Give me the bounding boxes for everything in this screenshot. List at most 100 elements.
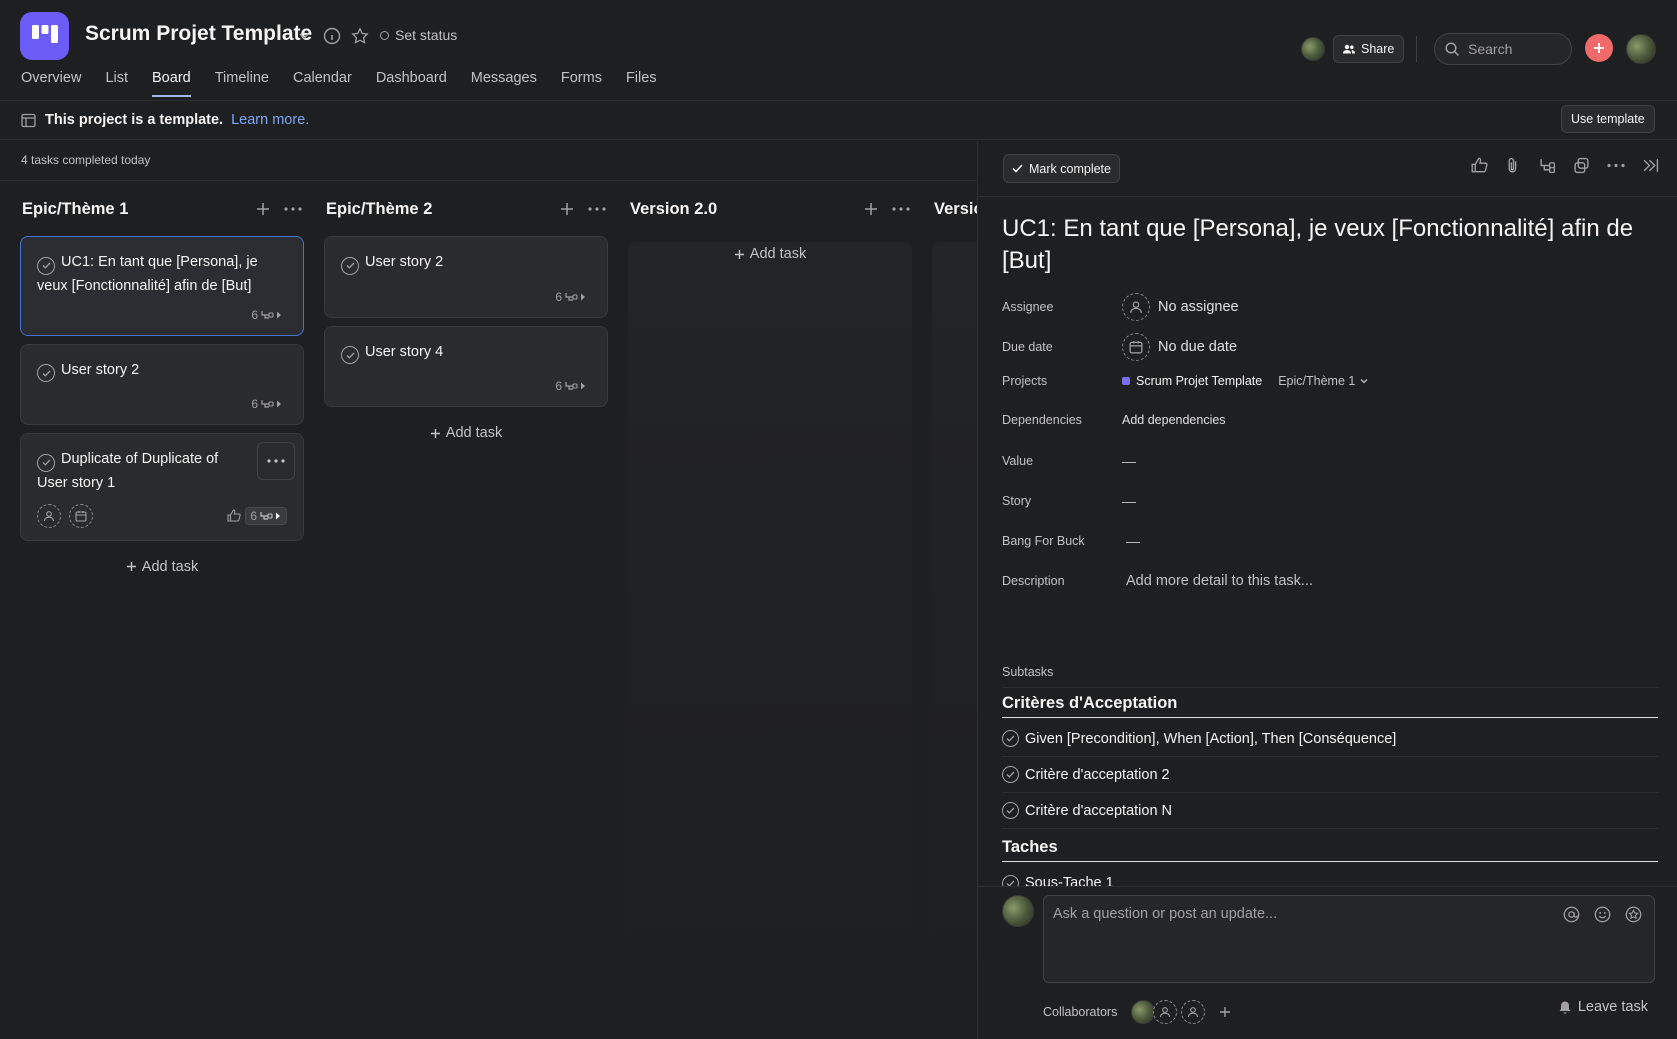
add-collaborator-icon[interactable]	[1219, 1006, 1231, 1018]
tab-overview[interactable]: Overview	[21, 70, 81, 97]
description-input[interactable]: Add more detail to this task...	[1126, 573, 1313, 589]
add-task-button[interactable]: Add task	[628, 236, 912, 272]
check-icon[interactable]	[341, 346, 359, 364]
task-title[interactable]: UC1: En tant que [Persona], je veux [Fon…	[1002, 213, 1652, 277]
check-icon[interactable]	[1002, 730, 1019, 747]
task-card[interactable]: User story 2 6	[20, 343, 304, 425]
mention-icon[interactable]	[1563, 906, 1580, 923]
subtask-row[interactable]: Critère d'acceptation 2	[1002, 757, 1658, 793]
tab-timeline[interactable]: Timeline	[215, 70, 269, 97]
close-pane-icon[interactable]	[1642, 157, 1659, 174]
add-icon[interactable]	[864, 202, 878, 216]
subtask-section-header[interactable]: Critères d'Acceptation	[1002, 694, 1658, 718]
column-title[interactable]: Epic/Thème 1	[22, 200, 128, 219]
subtask-count[interactable]: 6	[247, 307, 287, 323]
column-title[interactable]: Version	[934, 200, 977, 219]
task-card[interactable]: User story 2 6	[324, 236, 608, 318]
subtask-count[interactable]: 6	[551, 289, 591, 305]
subtask-row[interactable]: Critère d'acceptation N	[1002, 793, 1658, 829]
check-icon[interactable]	[1002, 802, 1019, 819]
share-button[interactable]: Share	[1333, 35, 1405, 63]
collaborator-placeholder-icon[interactable]	[1153, 1000, 1178, 1024]
subtasks-label: Subtasks	[1002, 665, 1054, 679]
thumbs-up-icon[interactable]	[227, 509, 242, 522]
divider	[1002, 687, 1658, 688]
board-column: Version 2.0 Add task	[628, 182, 912, 1022]
create-button[interactable]	[1585, 34, 1613, 62]
set-status-button[interactable]: Set status	[380, 27, 457, 43]
star-icon[interactable]	[350, 26, 370, 46]
assignee-field: Assignee No assignee	[1002, 293, 1652, 321]
due-date-picker[interactable]: No due date	[1122, 333, 1237, 361]
user-avatar[interactable]	[1626, 34, 1656, 64]
column-title[interactable]: Epic/Thème 2	[326, 200, 432, 219]
subtask-section-header[interactable]: Taches	[1002, 838, 1658, 862]
check-icon[interactable]	[37, 256, 55, 275]
calendar-icon[interactable]	[69, 503, 93, 528]
task-card[interactable]: User story 4 6	[324, 325, 608, 407]
member-avatar[interactable]	[1301, 37, 1325, 61]
thumbs-up-icon[interactable]	[1471, 157, 1488, 173]
value-input[interactable]: —	[1122, 453, 1136, 469]
more-icon[interactable]	[284, 207, 302, 211]
collaborator-avatar[interactable]	[1131, 1000, 1156, 1024]
tab-dashboard[interactable]: Dashboard	[376, 70, 447, 97]
project-color-dot	[1122, 377, 1130, 385]
check-icon[interactable]	[341, 256, 359, 275]
bell-icon	[1559, 1001, 1571, 1014]
tab-messages[interactable]: Messages	[471, 70, 537, 97]
leave-task-button[interactable]: Leave task	[1548, 991, 1658, 1023]
attachment-icon[interactable]	[1505, 157, 1522, 174]
tab-forms[interactable]: Forms	[561, 70, 602, 97]
bang-for-buck-field: Bang For Buck —	[1002, 533, 1140, 549]
info-icon[interactable]	[322, 26, 342, 46]
subtask-icon	[565, 292, 585, 301]
collaborator-placeholder-icon[interactable]	[1181, 1000, 1206, 1024]
add-task-button[interactable]: Add task	[324, 415, 608, 451]
project-board-icon[interactable]	[20, 12, 69, 60]
project-title[interactable]: Scrum Projet Template	[85, 22, 312, 46]
column-title[interactable]: Version 2.0	[630, 200, 717, 219]
emoji-icon[interactable]	[1594, 906, 1611, 923]
mark-complete-button[interactable]: Mark complete	[1003, 154, 1120, 183]
add-dependencies-button[interactable]: Add dependencies	[1122, 413, 1226, 427]
subtask-row[interactable]: Given [Precondition], When [Action], The…	[1002, 721, 1658, 757]
tab-files[interactable]: Files	[626, 70, 657, 97]
learn-more-link[interactable]: Learn more.	[231, 112, 309, 128]
use-template-button[interactable]: Use template	[1561, 105, 1655, 133]
subtask-icon[interactable]	[1539, 157, 1556, 174]
tab-list[interactable]: List	[105, 70, 128, 97]
tab-board[interactable]: Board	[152, 70, 191, 97]
chevron-down-icon	[1360, 379, 1368, 384]
more-icon[interactable]	[1607, 157, 1625, 174]
check-icon[interactable]	[1002, 766, 1019, 783]
subtask-icon	[565, 382, 585, 390]
bang-for-buck-input[interactable]: —	[1126, 533, 1140, 549]
more-icon[interactable]	[892, 207, 910, 211]
task-card[interactable]: Duplicate of Duplicate of User story 1 6	[20, 433, 304, 541]
subtask-count[interactable]: 6	[551, 378, 591, 394]
assignee-icon[interactable]	[37, 503, 61, 528]
story-input[interactable]: —	[1122, 493, 1136, 509]
assignee-picker[interactable]: No assignee	[1122, 293, 1239, 321]
add-task-button[interactable]: Add task	[20, 549, 304, 585]
check-icon[interactable]	[37, 453, 55, 472]
add-icon[interactable]	[256, 202, 270, 216]
comment-input[interactable]: Ask a question or post an update...	[1043, 895, 1655, 983]
subtask-count[interactable]: 6	[247, 396, 287, 412]
chevron-down-icon[interactable]	[294, 26, 314, 46]
add-icon[interactable]	[560, 202, 574, 216]
divider	[1416, 36, 1417, 62]
subtask-count[interactable]: 6	[245, 506, 287, 525]
check-icon[interactable]	[37, 364, 55, 382]
section-dropdown[interactable]: Epic/Thème 1	[1278, 374, 1369, 388]
card-more-button[interactable]	[257, 442, 295, 480]
link-icon[interactable]	[1573, 157, 1590, 174]
more-icon[interactable]	[588, 207, 606, 211]
project-chip[interactable]: Scrum Projet Template	[1122, 374, 1262, 388]
task-card[interactable]: UC1: En tant que [Persona], je veux [Fon…	[20, 236, 304, 336]
tasks-completed-text: 4 tasks completed today	[21, 153, 151, 167]
tab-calendar[interactable]: Calendar	[293, 70, 352, 97]
search-input[interactable]: Search	[1434, 33, 1572, 65]
appreciation-star-icon[interactable]	[1625, 906, 1642, 923]
